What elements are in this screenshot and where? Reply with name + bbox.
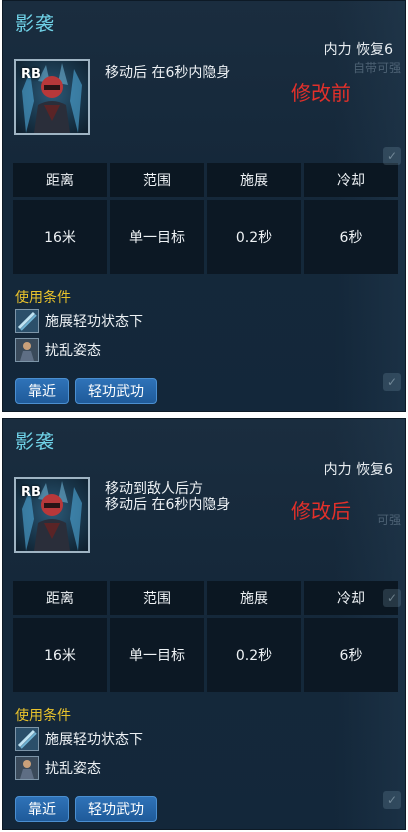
checkbox-icon: ✓ xyxy=(383,589,401,607)
stat-header: 施展 xyxy=(207,581,301,615)
description-line: 移动后 在6秒内隐身 xyxy=(105,65,231,81)
condition-item: 施展轻功状态下 xyxy=(15,726,143,752)
lightness-skill-icon xyxy=(15,309,39,333)
description-line: 移动到敌人后方 xyxy=(105,481,203,497)
lightness-skill-tag-button[interactable]: 轻功武功 xyxy=(75,378,157,404)
condition-text: 施展轻功状态下 xyxy=(45,314,143,330)
lightness-skill-icon xyxy=(15,727,39,751)
condition-item: 施展轻功状态下 xyxy=(15,308,143,334)
stat-value: 6秒 xyxy=(304,200,398,274)
background-text: 可强 xyxy=(376,513,401,527)
conditions-title: 使用条件 xyxy=(15,708,71,724)
version-tag: 修改后 xyxy=(291,499,351,523)
background-text: 自带可强 xyxy=(352,61,401,75)
approach-tag-button[interactable]: 靠近 xyxy=(15,796,69,822)
skill-title: 影袭 xyxy=(15,431,56,453)
conditions-title: 使用条件 xyxy=(15,290,71,306)
checkbox-icon: ✓ xyxy=(383,147,401,165)
condition-item: 扰乱姿态 xyxy=(15,337,101,363)
skill-description: 移动到敌人后方 移动后 在6秒内隐身 xyxy=(105,481,230,513)
skill-description: 移动后 在6秒内隐身 xyxy=(105,65,230,81)
skill-tooltip-before: 影袭 内力 恢复6 自带可强 RB 移动后 在6秒内隐身 修改前 距离 范围 施… xyxy=(2,0,406,412)
stat-header: 范围 xyxy=(110,581,204,615)
skill-icon[interactable]: RB xyxy=(14,477,90,553)
stat-header: 施展 xyxy=(207,163,301,197)
condition-item: 扰乱姿态 xyxy=(15,755,101,781)
disrupt-stance-icon xyxy=(15,338,39,362)
checkbox-icon: ✓ xyxy=(383,791,401,809)
stat-value: 16米 xyxy=(13,618,107,692)
condition-text: 扰乱姿态 xyxy=(45,343,101,359)
approach-tag-button[interactable]: 靠近 xyxy=(15,378,69,404)
condition-text: 施展轻功状态下 xyxy=(45,732,143,748)
skill-icon[interactable]: RB xyxy=(14,59,90,135)
stats-table: 距离 范围 施展 冷却 16米 单一目标 0.2秒 6秒 xyxy=(13,163,399,274)
stat-value: 16米 xyxy=(13,200,107,274)
description-line: 移动后 在6秒内隐身 xyxy=(105,497,231,513)
lightness-skill-tag-button[interactable]: 轻功武功 xyxy=(75,796,157,822)
comparison-page: 影袭 内力 恢复6 自带可强 RB 移动后 在6秒内隐身 修改前 距离 范围 施… xyxy=(0,0,408,832)
skill-tooltip-after: 影袭 内力 恢复6 可强 RB 移动到敌人后方 移动后 在6秒内隐身 修改后 距… xyxy=(2,418,406,830)
stat-value: 0.2秒 xyxy=(207,618,301,692)
keybind-label: RB xyxy=(21,67,41,82)
stat-value: 单一目标 xyxy=(110,200,204,274)
keybind-label: RB xyxy=(21,485,41,500)
stat-header: 距离 xyxy=(13,581,107,615)
skill-cost: 内力 恢复6 xyxy=(323,42,393,58)
stat-header: 范围 xyxy=(110,163,204,197)
checkbox-icon: ✓ xyxy=(383,373,401,391)
stat-value: 0.2秒 xyxy=(207,200,301,274)
skill-cost: 内力 恢复6 xyxy=(323,462,393,478)
stat-header: 距离 xyxy=(13,163,107,197)
stat-value: 6秒 xyxy=(304,618,398,692)
condition-text: 扰乱姿态 xyxy=(45,761,101,777)
stats-table: 距离 范围 施展 冷却 16米 单一目标 0.2秒 6秒 xyxy=(13,581,399,692)
disrupt-stance-icon xyxy=(15,756,39,780)
version-tag: 修改前 xyxy=(291,81,351,105)
stat-value: 单一目标 xyxy=(110,618,204,692)
stat-header: 冷却 xyxy=(304,163,398,197)
skill-title: 影袭 xyxy=(15,13,56,35)
